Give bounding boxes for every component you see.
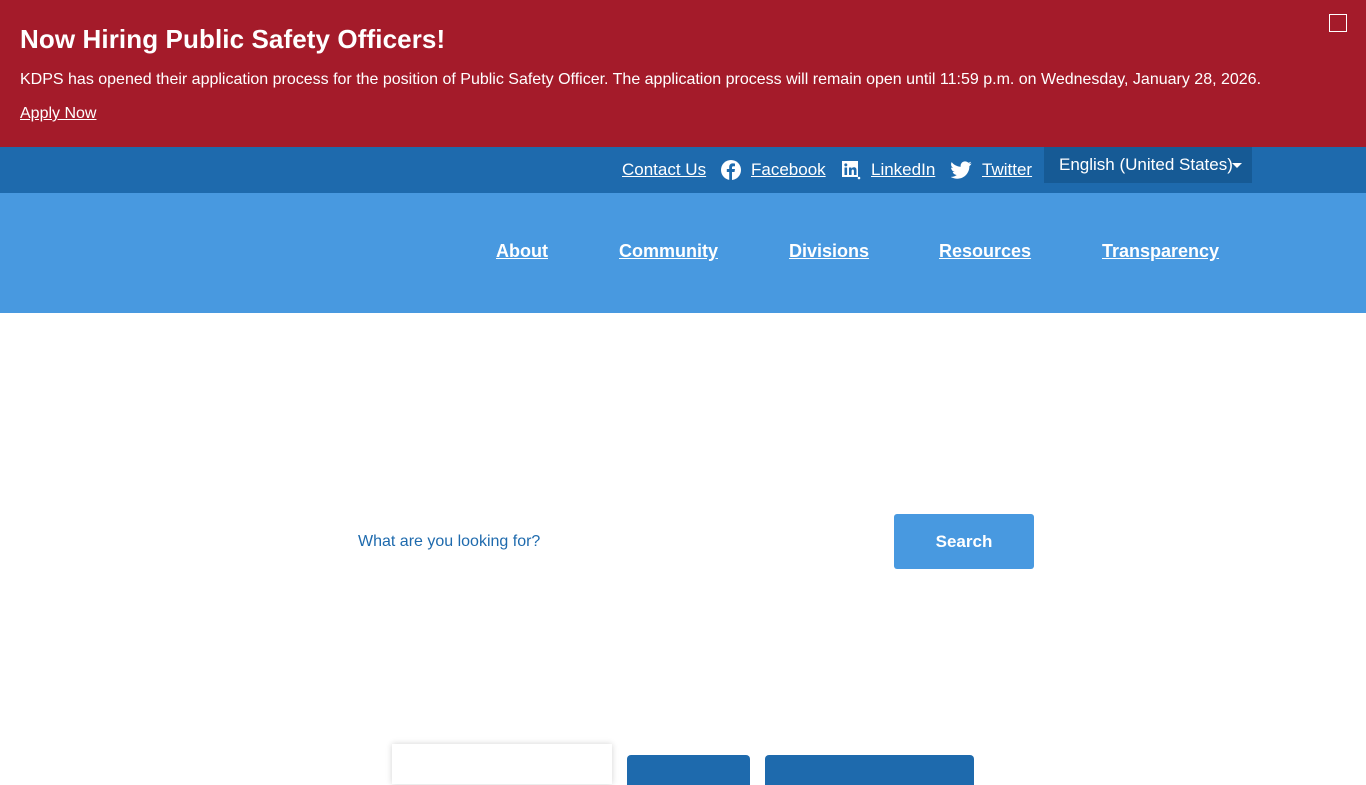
close-alert-button[interactable] xyxy=(1329,14,1347,32)
nav-item-about[interactable]: About xyxy=(496,241,548,262)
utility-bar: Contact Us Facebook LinkedIn Twitter Eng… xyxy=(0,147,1366,193)
apply-now-link[interactable]: Apply Now xyxy=(20,105,96,123)
main-navigation: About Community Divisions Resources Tran… xyxy=(0,193,1366,313)
contact-us-label: Contact Us xyxy=(622,160,707,179)
twitter-icon xyxy=(951,161,972,179)
nav-item-resources[interactable]: Resources xyxy=(939,241,1031,262)
quick-link-button[interactable] xyxy=(627,755,750,785)
quick-link-card[interactable] xyxy=(392,744,612,784)
facebook-link[interactable]: Facebook xyxy=(721,160,826,180)
facebook-icon xyxy=(721,160,741,180)
alert-title: Now Hiring Public Safety Officers! xyxy=(20,24,446,54)
language-selected-value: English (United States) xyxy=(1059,155,1233,174)
contact-us-link[interactable]: Contact Us xyxy=(622,160,706,180)
quick-link-button-wide[interactable] xyxy=(765,755,974,785)
search-input[interactable] xyxy=(344,514,894,569)
twitter-label: Twitter xyxy=(982,160,1033,179)
facebook-label: Facebook xyxy=(751,160,826,179)
nav-item-community[interactable]: Community xyxy=(619,241,718,262)
language-select[interactable]: English (United States) xyxy=(1044,147,1252,183)
alert-body: KDPS has opened their application proces… xyxy=(20,71,1262,88)
twitter-link[interactable]: Twitter xyxy=(951,160,1032,180)
linkedin-icon xyxy=(842,161,861,180)
caret-down-icon xyxy=(1232,163,1242,168)
hiring-alert-banner: Now Hiring Public Safety Officers! KDPS … xyxy=(0,0,1366,147)
linkedin-label: LinkedIn xyxy=(871,160,936,179)
nav-item-transparency[interactable]: Transparency xyxy=(1102,241,1219,262)
nav-item-divisions[interactable]: Divisions xyxy=(789,241,869,262)
linkedin-link[interactable]: LinkedIn xyxy=(841,160,935,180)
search-button[interactable]: Search xyxy=(894,514,1034,569)
